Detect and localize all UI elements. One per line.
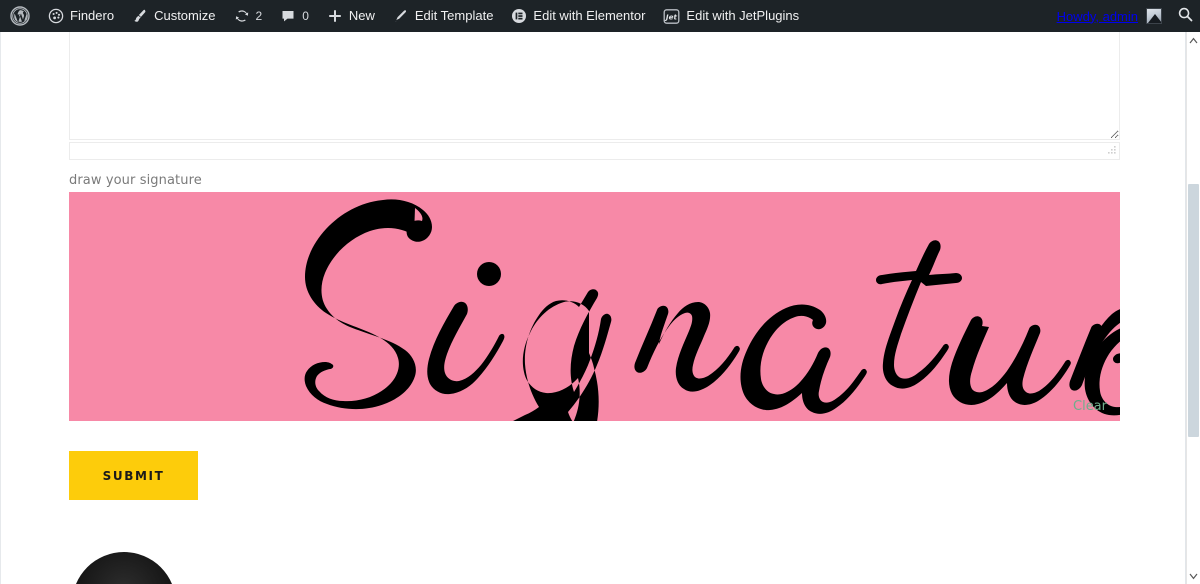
wp-admin-bar: Findero Customize 2 0 New Edit Template … — [0, 0, 1200, 32]
admin-bar-item-updates[interactable]: 2 — [225, 0, 272, 32]
search-icon — [1177, 6, 1194, 26]
jetplugins-icon: Jet — [663, 8, 680, 25]
scroll-down-arrow-icon — [1189, 567, 1198, 584]
admin-bar-item-site-name[interactable]: Findero — [39, 0, 123, 32]
admin-bar-label-edit-with-elementor: Edit with Elementor — [533, 8, 646, 23]
admin-bar-search-button[interactable] — [1170, 0, 1200, 32]
signature-pad[interactable]: Clear — [69, 192, 1120, 421]
admin-bar-label-edit-template: Edit Template — [414, 8, 494, 23]
updates-icon — [234, 8, 250, 24]
admin-bar-label-new-content: New — [348, 8, 375, 23]
admin-bar-label-site-name: Findero — [70, 8, 115, 23]
browser-viewport: Findero Customize 2 0 New Edit Template … — [0, 0, 1200, 584]
scroll-up-arrow-icon — [1189, 31, 1198, 49]
admin-bar-label-updates-count: 2 — [255, 9, 263, 23]
paintbrush-icon — [132, 8, 148, 24]
avatar — [1146, 8, 1162, 24]
admin-bar-item-edit-with-jetplugins[interactable]: Jet Edit with JetPlugins — [654, 0, 808, 32]
admin-bar-item-edit-template[interactable]: Edit Template — [384, 0, 503, 32]
scrollbar-thumb[interactable] — [1188, 184, 1199, 437]
page-scrollbar[interactable] — [1186, 32, 1200, 584]
dashboard-site-icon — [48, 8, 64, 24]
wordpress-logo-button[interactable] — [0, 0, 39, 32]
scrollbar-up-button[interactable] — [1187, 32, 1200, 48]
admin-bar-label-comments-count: 0 — [302, 9, 309, 23]
admin-bar-label-edit-with-jetplugins: Edit with JetPlugins — [686, 8, 800, 23]
resize-handle-icon[interactable] — [1105, 145, 1117, 157]
admin-bar-item-comments[interactable]: 0 — [271, 0, 318, 32]
admin-bar-item-edit-with-elementor[interactable]: Edit with Elementor — [502, 0, 654, 32]
signature-field-label: draw your signature — [69, 173, 202, 188]
elementor-icon — [511, 8, 527, 24]
howdy-label: Howdy, admin — [1056, 8, 1138, 24]
admin-bar-item-customize[interactable]: Customize — [123, 0, 224, 32]
textarea-resize-strip[interactable] — [69, 142, 1120, 160]
admin-bar-label-customize: Customize — [154, 8, 216, 23]
admin-bar-item-new-content[interactable]: New — [318, 0, 384, 32]
signature-drawing[interactable] — [69, 192, 1120, 421]
pencil-icon — [393, 8, 409, 24]
plus-icon — [327, 8, 343, 24]
admin-bar-my-account[interactable]: Howdy, admin — [1047, 0, 1170, 32]
admin-bar-right-group: Howdy, admin — [1047, 0, 1200, 32]
page-content: draw your signature Clear SUBMIT — [0, 31, 1186, 584]
scrollbar-down-button[interactable] — [1187, 568, 1200, 584]
comment-bubble-icon — [280, 8, 296, 24]
svg-text:Jet: Jet — [664, 12, 678, 21]
wordpress-logo-icon — [10, 6, 30, 26]
signature-clear-button[interactable]: Clear — [1073, 399, 1107, 414]
message-textarea[interactable] — [69, 31, 1120, 140]
submit-button[interactable]: SUBMIT — [69, 451, 198, 500]
scroll-to-top-button[interactable] — [72, 552, 176, 584]
